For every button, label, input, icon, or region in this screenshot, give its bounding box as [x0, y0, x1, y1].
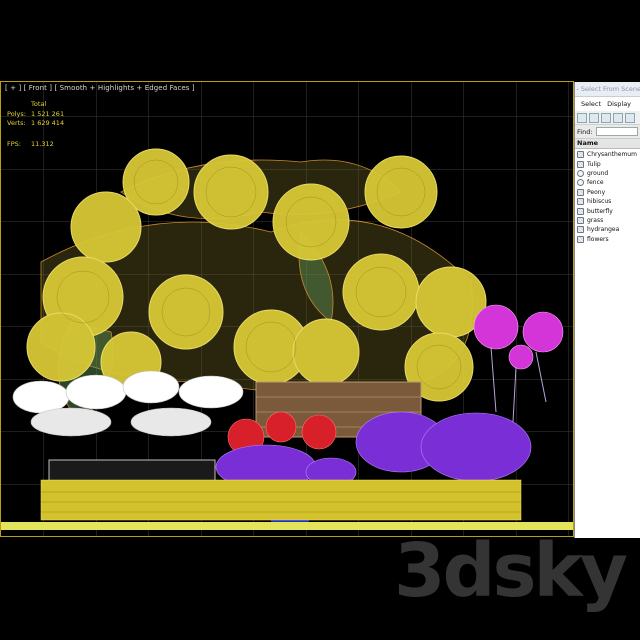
list-item[interactable]: hibiscus — [575, 197, 640, 206]
list-item[interactable]: grass — [575, 216, 640, 225]
verts-value: 1 629 414 — [31, 119, 65, 127]
watermark-logo: 3dsky — [394, 528, 628, 614]
mesh-icon — [577, 216, 584, 224]
panel-title-bar[interactable]: Select From Scene — [575, 82, 640, 97]
polys-value: 1 521 261 — [31, 109, 65, 118]
column-header-name[interactable]: Name — [575, 139, 640, 149]
menu-select[interactable]: Select — [581, 100, 601, 108]
item-label: Tulip — [587, 160, 601, 168]
select-all-icon[interactable] — [577, 112, 587, 123]
mesh-icon — [577, 151, 584, 159]
list-item[interactable]: butterfly — [575, 206, 640, 215]
mesh-icon — [577, 226, 584, 234]
panel-toolbar — [575, 111, 640, 125]
viewport-label[interactable]: [ + ] [ Front ] [ Smooth + Highlights + … — [5, 84, 195, 92]
list-item[interactable]: Tulip — [575, 159, 640, 168]
mesh-icon — [577, 207, 584, 215]
polys-label: Polys: — [7, 109, 26, 118]
item-label: ground — [587, 169, 609, 177]
list-item[interactable]: Peony — [575, 188, 640, 197]
list-item[interactable]: fence — [575, 178, 640, 187]
item-label: Chrysanthemum — [587, 151, 637, 159]
verts-label: Verts: — [7, 119, 26, 127]
panel-menu-bar: Select Display — [575, 97, 640, 111]
app-icon — [577, 88, 578, 90]
grass — [40, 479, 522, 521]
fps-label: FPS: — [7, 139, 21, 148]
white-lilies — [12, 370, 244, 437]
pink-chrysanthemums — [473, 304, 564, 370]
scene-stats: Total Polys: 1 521 261 Verts: 1 629 414 … — [7, 100, 64, 149]
select-none-icon[interactable] — [589, 112, 599, 123]
select-invert-icon[interactable] — [601, 112, 611, 123]
find-label: Find: — [577, 127, 593, 136]
select-from-scene-panel[interactable]: Select From Scene Select Display Find: N… — [574, 82, 640, 538]
stats-total-label: Total — [31, 100, 47, 108]
item-label: hydrangea — [587, 226, 620, 234]
find-input[interactable] — [595, 127, 638, 136]
item-label: hibiscus — [587, 198, 612, 206]
mesh-icon — [577, 160, 584, 168]
item-label: flowers — [587, 235, 609, 243]
list-item[interactable]: ground — [575, 169, 640, 178]
list-item[interactable]: hydrangea — [575, 225, 640, 234]
scene-object-list: Chrysanthemum Tulip ground fence Peony h… — [575, 149, 640, 244]
list-item[interactable]: Chrysanthemum — [575, 150, 640, 159]
fps-value: 11.312 — [31, 139, 54, 148]
filter-icon[interactable] — [613, 112, 623, 123]
panel-title: Select From Scene — [580, 85, 640, 93]
item-label: grass — [587, 216, 604, 224]
plant-arrangement-model — [1, 148, 573, 530]
item-label: Peony — [587, 188, 606, 196]
item-label: fence — [587, 179, 604, 187]
mesh-icon — [577, 235, 584, 243]
mesh-icon — [577, 198, 584, 206]
mesh-icon — [577, 188, 584, 196]
find-row: Find: — [575, 125, 640, 139]
item-label: butterfly — [587, 207, 613, 215]
front-viewport[interactable]: [ + ] [ Front ] [ Smooth + Highlights + … — [0, 81, 574, 537]
hierarchy-icon[interactable] — [625, 112, 635, 123]
list-item[interactable]: flowers — [575, 235, 640, 244]
menu-display[interactable]: Display — [607, 100, 631, 108]
sphere-icon — [577, 169, 584, 177]
sphere-icon — [577, 179, 584, 187]
